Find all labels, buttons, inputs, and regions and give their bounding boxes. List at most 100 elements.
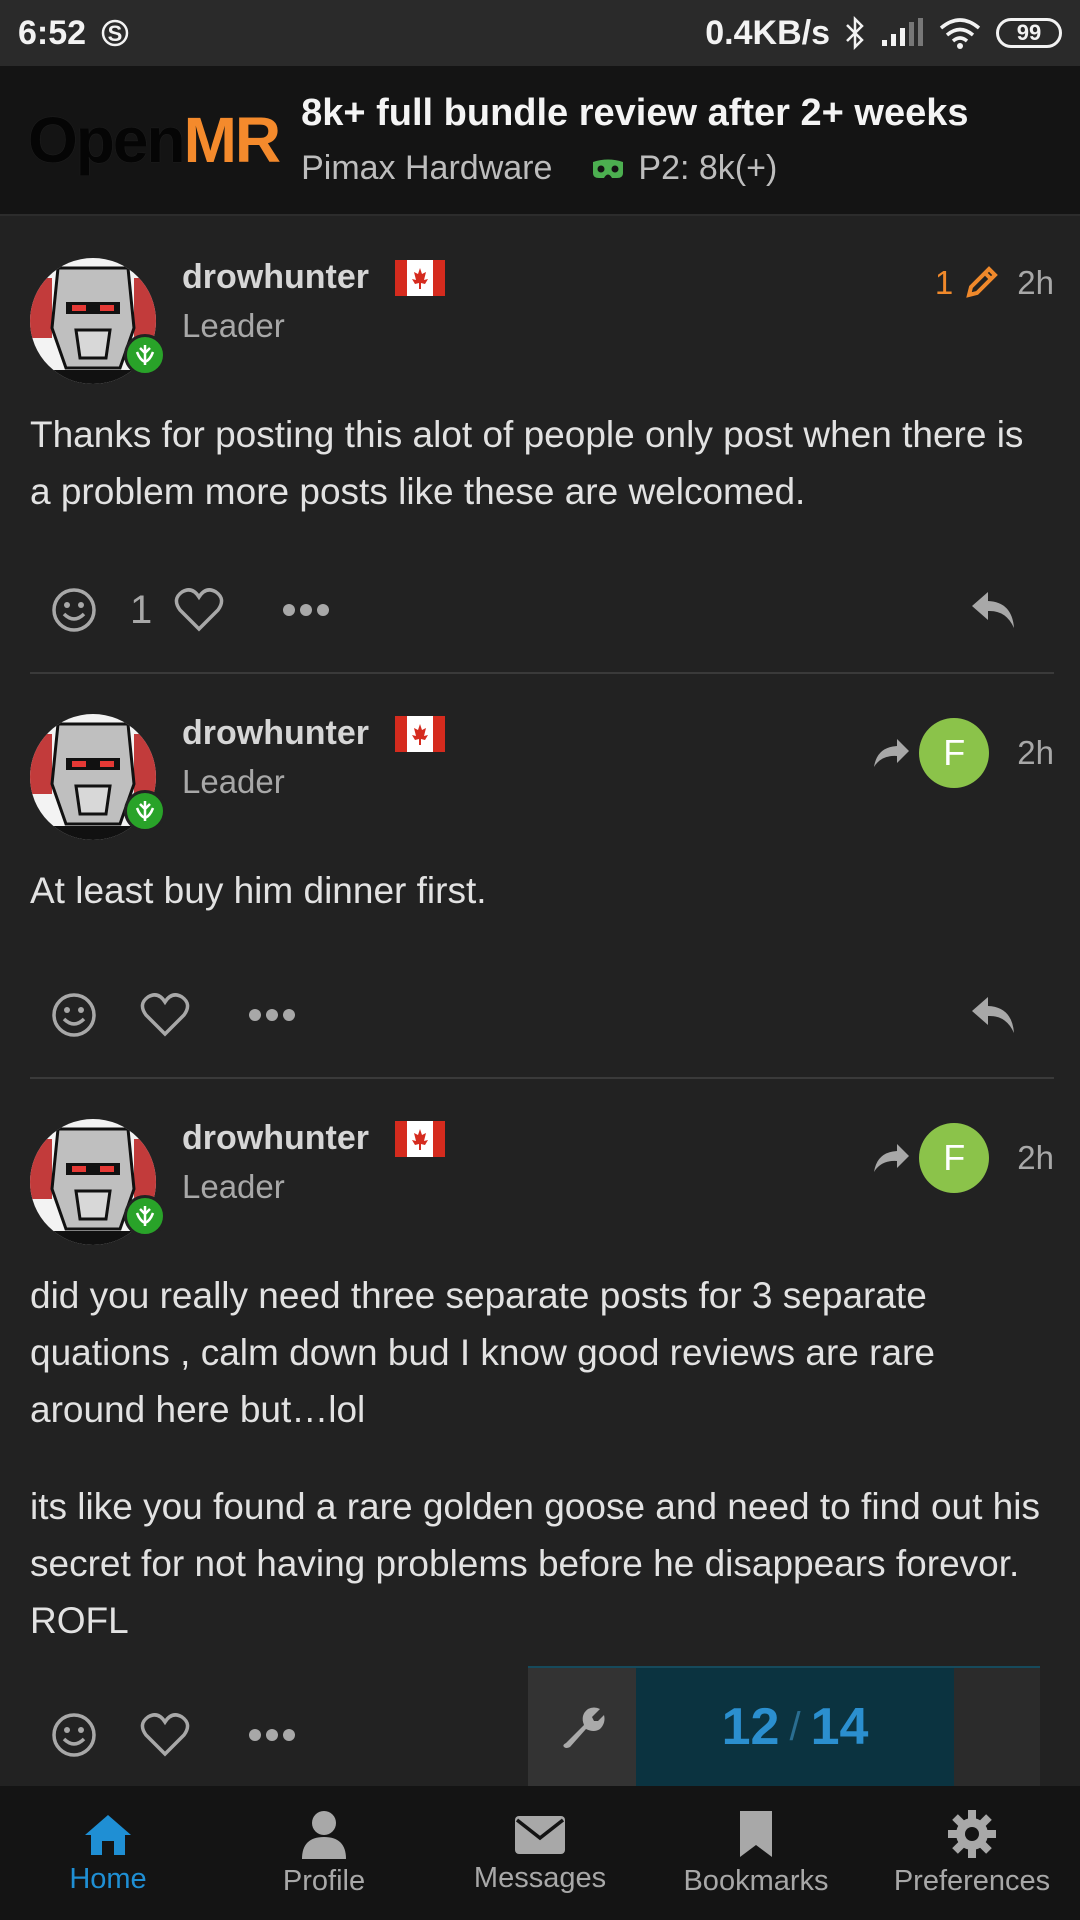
user-title: Leader — [182, 307, 285, 344]
pencil-icon — [966, 266, 999, 298]
like-button[interactable] — [174, 587, 224, 633]
post-time[interactable]: 2h — [1017, 1139, 1054, 1177]
avatar[interactable] — [30, 1119, 166, 1245]
status-bar: 6:52 S 0.4KB/s 99 — [0, 0, 1080, 66]
progress-separator: / — [789, 1704, 801, 1749]
wifi-icon — [938, 16, 982, 50]
signal-icon — [880, 18, 924, 48]
logo-open-text: Open — [28, 104, 186, 176]
smiley-icon — [52, 588, 96, 632]
canada-flag-icon — [394, 259, 445, 296]
username[interactable]: drowhunter — [182, 258, 369, 297]
post-paragraph: its like you found a rare golden goose a… — [30, 1486, 1040, 1641]
nav-bookmarks[interactable]: Bookmarks — [651, 1809, 861, 1898]
edit-count: 1 — [934, 264, 954, 301]
like-button[interactable] — [140, 992, 190, 1038]
home-icon — [85, 1814, 131, 1855]
post-body: At least buy him dinner first. — [30, 862, 1054, 919]
post-paragraph: Thanks for posting this alot of people o… — [30, 414, 1024, 512]
post-time[interactable]: 2h — [1017, 264, 1054, 302]
heart-icon — [140, 1713, 190, 1757]
like-button[interactable] — [140, 1712, 190, 1758]
subcategory-link[interactable]: P2: 8k(+) — [590, 149, 777, 188]
reply-button[interactable] — [968, 993, 1018, 1037]
post-body: did you really need three separate posts… — [30, 1267, 1054, 1649]
ellipsis-icon — [249, 1729, 295, 1741]
wrench-icon — [563, 1707, 605, 1748]
share-arrow-icon — [874, 739, 910, 767]
nav-profile-label: Profile — [282, 1864, 366, 1897]
admin-tools-button[interactable] — [528, 1668, 636, 1786]
battery-icon: 99 — [996, 18, 1062, 48]
post-position[interactable]: 12 / 14 — [636, 1668, 954, 1786]
heart-icon — [140, 993, 190, 1037]
nav-messages[interactable]: Messages — [435, 1812, 645, 1895]
canada-flag-icon — [394, 1120, 445, 1157]
total-post-count: 14 — [810, 1698, 869, 1756]
nav-home[interactable]: Home — [3, 1811, 213, 1896]
network-speed: 0.4KB/s — [705, 13, 830, 52]
nav-preferences-label: Preferences — [893, 1864, 1051, 1897]
more-options-button[interactable] — [282, 603, 330, 617]
reply-button[interactable] — [968, 588, 1018, 632]
reply-icon — [972, 592, 1014, 628]
topic-progress[interactable]: 12 / 14 — [528, 1666, 1040, 1786]
group-badge-icon — [124, 1195, 166, 1237]
user-icon — [302, 1810, 346, 1859]
username[interactable]: drowhunter — [182, 714, 369, 753]
reply-icon — [972, 997, 1014, 1033]
ellipsis-icon — [249, 1009, 295, 1021]
topic-header: Open MR 8k+ full bundle review after 2+ … — [0, 66, 1080, 216]
sync-icon: S — [100, 16, 130, 50]
smiley-icon — [52, 1713, 96, 1757]
share-arrow-icon — [874, 1144, 910, 1172]
more-options-button[interactable] — [248, 1008, 296, 1022]
nav-profile[interactable]: Profile — [219, 1809, 429, 1898]
bookmark-icon — [740, 1810, 772, 1857]
like-count[interactable]: 1 — [130, 588, 152, 633]
post-body: Thanks for posting this alot of people o… — [30, 406, 1054, 520]
clock: 6:52 — [18, 13, 87, 52]
reply-to-avatar: F — [919, 718, 990, 788]
avatar[interactable] — [30, 714, 166, 840]
heart-icon — [175, 588, 224, 632]
group-badge-icon — [124, 334, 166, 376]
react-button[interactable] — [50, 1711, 98, 1759]
reply-to-link[interactable]: F — [871, 1123, 990, 1193]
reply-to-link[interactable]: F — [871, 718, 990, 788]
more-options-button[interactable] — [248, 1728, 296, 1742]
topic-title[interactable]: 8k+ full bundle review after 2+ weeks — [301, 92, 968, 135]
post-paragraph: At least buy him dinner first. — [30, 870, 487, 911]
post-stream: drowhunter Leader 1 2h Thanks for postin… — [30, 218, 1054, 1785]
smiley-icon — [52, 993, 96, 1037]
subcategory-label: P2: 8k(+) — [638, 149, 778, 187]
nav-preferences[interactable]: Preferences — [867, 1809, 1077, 1898]
bluetooth-icon — [844, 16, 866, 50]
svg-text:S: S — [108, 21, 123, 46]
nav-messages-label: Messages — [473, 1861, 607, 1894]
progress-track — [954, 1668, 1040, 1786]
vr-headset-icon — [593, 159, 624, 178]
post-paragraph: did you really need three separate posts… — [30, 1275, 935, 1430]
nav-home-label: Home — [69, 1862, 147, 1895]
react-button[interactable] — [50, 586, 98, 634]
category-link[interactable]: Pimax Hardware — [301, 149, 552, 188]
reply-to-avatar: F — [919, 1123, 990, 1193]
group-badge-icon — [124, 790, 166, 832]
user-title: Leader — [182, 1168, 285, 1205]
username[interactable]: drowhunter — [182, 1119, 369, 1158]
edit-history-button[interactable]: 1 — [935, 264, 999, 302]
avatar[interactable] — [30, 258, 166, 384]
envelope-icon — [515, 1815, 565, 1854]
user-title: Leader — [182, 763, 285, 800]
post: drowhunter Leader 1 2h Thanks for postin… — [30, 218, 1054, 674]
post: drowhunter Leader F 2h At least buy him … — [30, 674, 1054, 1079]
canada-flag-icon — [394, 715, 445, 752]
post-time[interactable]: 2h — [1017, 734, 1054, 772]
gear-icon — [948, 1809, 996, 1858]
ellipsis-icon — [283, 604, 330, 616]
nav-bookmarks-label: Bookmarks — [683, 1864, 829, 1897]
site-logo[interactable]: Open MR — [28, 103, 281, 177]
bottom-navigation: Home Profile Messages Bookmarks Preferen… — [0, 1786, 1080, 1920]
react-button[interactable] — [50, 991, 98, 1039]
